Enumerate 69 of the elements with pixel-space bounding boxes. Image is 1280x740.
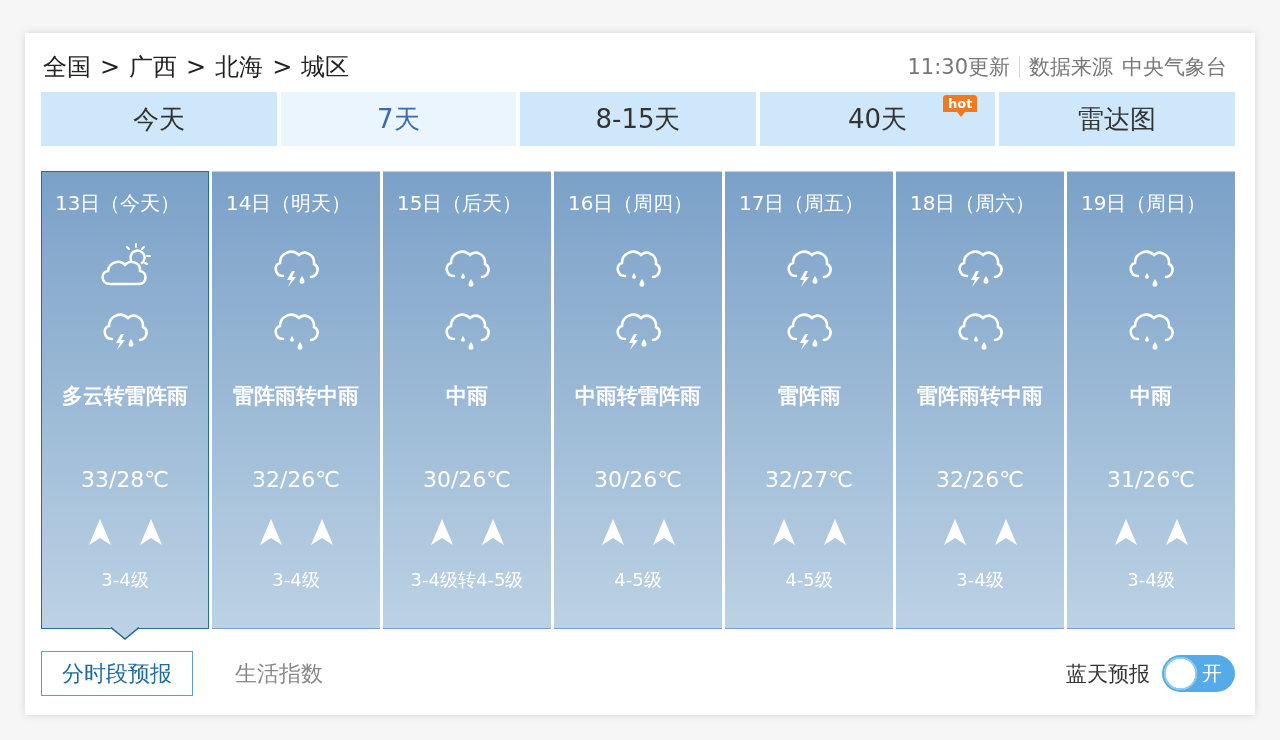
date-label: 17日（周五） (738, 190, 866, 216)
toggle-label: 蓝天预报 (1066, 660, 1150, 688)
forecast-tab[interactable]: 今天 (41, 92, 277, 146)
weather-text: 多云转雷阵雨 (62, 383, 188, 410)
toggle-switch[interactable]: 开 (1162, 655, 1235, 692)
breadcrumb-link[interactable]: 广西 (129, 51, 178, 83)
breadcrumb-link[interactable]: 城区 (301, 51, 350, 83)
wind-level-text: 3-4级 (956, 568, 1004, 592)
date-label: 14日（明天） (225, 190, 353, 216)
forecast-tab[interactable]: 7天 (280, 92, 517, 146)
wind-level-text: 3-4级 (101, 568, 149, 592)
wind-arrow-icon (823, 519, 846, 545)
wind-arrow-icon (652, 519, 675, 545)
temperature-text: 30/26℃ (593, 466, 683, 494)
wind-level-text: 4-5级 (785, 568, 833, 592)
date-label: 18日（周六） (909, 190, 1037, 216)
update-time-text: 11:30更新 (907, 54, 1010, 81)
weather-text: 雷阵雨 (777, 383, 841, 410)
date-label: 16日（周四） (567, 190, 695, 216)
weather-text: 中雨转雷阵雨 (575, 383, 701, 410)
day-card[interactable]: 18日（周六） 雷阵雨转中雨 32/26℃ 3-4级 (896, 171, 1064, 629)
day-card[interactable]: 14日（明天） 雷阵雨转中雨 32/26℃ 3-4级 (212, 171, 380, 629)
forecast-tab[interactable]: 40天 hot (759, 92, 996, 146)
temperature-text: 32/26℃ (935, 466, 1025, 494)
temperature-text: 33/28℃ (80, 466, 170, 494)
source-text: 中央气象台 (1122, 54, 1227, 81)
date-label: 13日（今天） (54, 190, 182, 216)
wind-arrow-icon (1114, 519, 1137, 545)
wind-arrow-icon (88, 519, 111, 545)
breadcrumb-link[interactable]: 全国 (43, 51, 91, 83)
day-card[interactable]: 15日（后天） 中雨 30/26℃ 3-4级转4-5级 (383, 171, 551, 629)
wind-arrow-icon (943, 519, 966, 545)
source-label-text: 数据来源 (1029, 54, 1113, 81)
breadcrumb-separator: > (186, 53, 207, 81)
date-label: 19日（周日） (1080, 190, 1208, 216)
cloud-sun-icon (98, 242, 152, 288)
day-card[interactable]: 17日（周五） 雷阵雨 32/27℃ 4-5级 (725, 171, 893, 629)
forecast-tab[interactable]: 8-15天 (520, 92, 756, 146)
wind-arrow-icon (481, 519, 504, 545)
wind-arrow-icon (310, 519, 333, 545)
wind-arrow-icon (139, 519, 162, 545)
temperature-text: 31/26℃ (1106, 466, 1196, 494)
wind-arrow-icon (994, 519, 1017, 545)
breadcrumb-separator: > (100, 53, 121, 81)
weather-text: 雷阵雨转中雨 (233, 383, 359, 410)
breadcrumb-link[interactable]: 北海 (215, 51, 264, 83)
wind-level-text: 3-4级转4-5级 (410, 568, 524, 592)
wind-arrow-icon (601, 519, 624, 545)
weather-text: 中雨 (1130, 383, 1172, 410)
temperature-text: 32/26℃ (251, 466, 341, 494)
day-card[interactable]: 16日（周四） 中雨转雷阵雨 30/26℃ 4-5级 (554, 171, 722, 629)
wind-level-text: 4-5级 (614, 568, 662, 592)
wind-arrow-icon (430, 519, 453, 545)
temperature-text: 32/27℃ (764, 466, 854, 494)
view-tab[interactable]: 分时段预报 (41, 651, 193, 696)
breadcrumb-separator: > (272, 53, 293, 81)
temperature-text: 30/26℃ (422, 466, 512, 494)
wind-level-text: 3-4级 (1127, 568, 1175, 592)
date-label: 15日（后天） (396, 190, 524, 216)
selection-pointer (111, 627, 139, 640)
weather-text: 雷阵雨转中雨 (917, 383, 1043, 410)
wind-arrow-icon (259, 519, 282, 545)
weather-text: 中雨 (446, 383, 488, 410)
wind-arrow-icon (1165, 519, 1188, 545)
hot-badge: hot (943, 95, 978, 117)
day-card[interactable]: 19日（周日） 中雨 31/26℃ 3-4级 (1067, 171, 1235, 629)
wind-level-text: 3-4级 (272, 568, 320, 592)
wind-arrow-icon (772, 519, 795, 545)
forecast-tab[interactable]: 雷达图 (999, 92, 1235, 146)
